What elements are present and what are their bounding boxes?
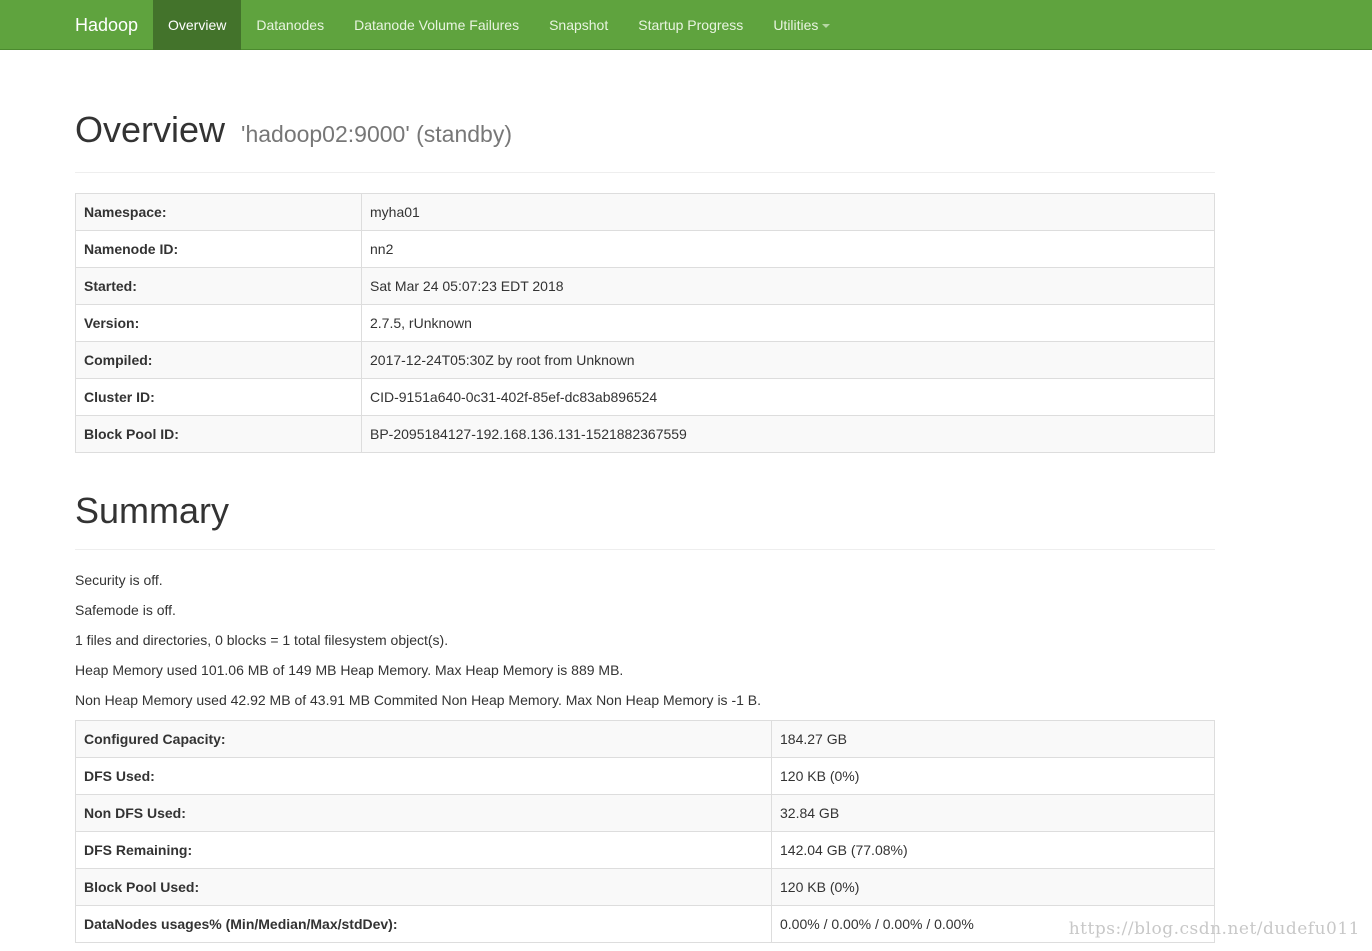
overview-row: Block Pool ID: BP-2095184127-192.168.136.… (75, 415, 1215, 453)
summary-table: Configured Capacity: 184.27 GB DFS Used: 12… (75, 720, 1215, 943)
summary-row: DataNodes usages% (Min/Median/Max/stdDev… (75, 905, 1215, 943)
summary-row-value: 120 KB (0%) (771, 868, 1215, 906)
summary-line: Heap Memory used 101.06 MB of 149 MB Hea… (75, 662, 624, 678)
overview-row-value: nn2 (361, 230, 1215, 268)
nav-snapshot[interactable]: Snapshot (534, 0, 623, 50)
summary-row: Non DFS Used: 32.84 GB (75, 794, 1215, 832)
nav-datanodes[interactable]: Datanodes (241, 0, 339, 50)
summary-row: DFS Used: 120 KB (0%) (75, 757, 1215, 795)
summary-row-value: 184.27 GB (771, 720, 1215, 758)
overview-row-label: Compiled: (75, 341, 362, 379)
overview-row: Cluster ID: CID-9151a640-0c31-402f-85ef-d… (75, 378, 1215, 416)
summary-row-label: DataNodes usages% (Min/Median/Max/stdDev… (75, 905, 772, 943)
summary-lines: Security is off. Safemode is off. 1 files … (75, 570, 1215, 710)
nav-datanode-volume-failures[interactable]: Datanode Volume Failures (339, 0, 534, 50)
summary-row-label: Configured Capacity: (75, 720, 772, 758)
summary-line: Security is off. (75, 572, 163, 588)
nav-overview[interactable]: Overview (153, 0, 242, 50)
summary-row-label: Block Pool Used: (75, 868, 772, 906)
summary-row: DFS Remaining: 142.04 GB (77.08%) (75, 831, 1215, 869)
overview-row-value: BP-2095184127-192.168.136.131-1521882367… (361, 415, 1215, 453)
brand-link[interactable]: Hadoop (75, 0, 138, 50)
overview-row: Compiled: 2017-12-24T05:30Z by root from … (75, 341, 1215, 379)
summary-row-label: DFS Used: (75, 757, 772, 795)
overview-row-label: Namenode ID: (75, 230, 362, 268)
summary-line: Non Heap Memory used 42.92 MB of 43.91 M… (75, 692, 762, 708)
main-container: Overview 'hadoop02:9000' (standby) Names… (75, 50, 1215, 943)
overview-row-label: Started: (75, 267, 362, 305)
summary-line: 1 files and directories, 0 blocks = 1 to… (75, 632, 449, 648)
summary-row-value: 32.84 GB (771, 794, 1215, 832)
summary-row: Configured Capacity: 184.27 GB (75, 720, 1215, 758)
overview-row: Namespace: myha01 (75, 193, 1215, 231)
summary-line: Safemode is off. (75, 602, 176, 618)
overview-subtitle: 'hadoop02:9000' (standby) (241, 121, 512, 147)
overview-row-value: 2.7.5, rUnknown (361, 304, 1215, 342)
overview-row-label: Block Pool ID: (75, 415, 362, 453)
overview-row-value: myha01 (361, 193, 1215, 231)
overview-row: Namenode ID: nn2 (75, 230, 1215, 268)
caret-down-icon (822, 24, 831, 29)
summary-row: Block Pool Used: 120 KB (0%) (75, 868, 1215, 906)
watermark-text: https://blog.csdn.net/dudefu011 (1068, 919, 1360, 939)
summary-header: Summary (75, 491, 1215, 550)
nav-startup-progress[interactable]: Startup Progress (623, 0, 758, 50)
nav-menu: Overview Datanodes Datanode Volume Failu… (153, 0, 845, 50)
overview-title-text: Overview (75, 109, 226, 150)
overview-row: Version: 2.7.5, rUnknown (75, 304, 1215, 342)
overview-table: Namespace: myha01 Namenode ID: nn2 Started: S… (75, 193, 1215, 453)
top-navbar: Hadoop Overview Datanodes Datanode Volum… (0, 0, 1372, 50)
overview-row: Started: Sat Mar 24 05:07:23 EDT 2018 (75, 267, 1215, 305)
overview-row-value: Sat Mar 24 05:07:23 EDT 2018 (361, 267, 1215, 305)
summary-row-label: Non DFS Used: (75, 794, 772, 832)
overview-row-label: Cluster ID: (75, 378, 362, 416)
overview-row-value: 2017-12-24T05:30Z by root from Unknown (361, 341, 1215, 379)
overview-row-label: Namespace: (75, 193, 362, 231)
summary-row-label: DFS Remaining: (75, 831, 772, 869)
overview-header: Overview 'hadoop02:9000' (standby) (75, 110, 1215, 173)
nav-utilities-label: Utilities (773, 17, 819, 33)
overview-row-value: CID-9151a640-0c31-402f-85ef-dc83ab896524 (361, 378, 1215, 416)
summary-row-value: 120 KB (0%) (771, 757, 1215, 795)
overview-title: Overview 'hadoop02:9000' (standby) (75, 110, 1215, 154)
summary-row-value: 142.04 GB (77.08%) (771, 831, 1215, 869)
overview-row-label: Version: (75, 304, 362, 342)
nav-utilities-dropdown[interactable]: Utilities (758, 0, 845, 50)
summary-title: Summary (75, 490, 230, 531)
